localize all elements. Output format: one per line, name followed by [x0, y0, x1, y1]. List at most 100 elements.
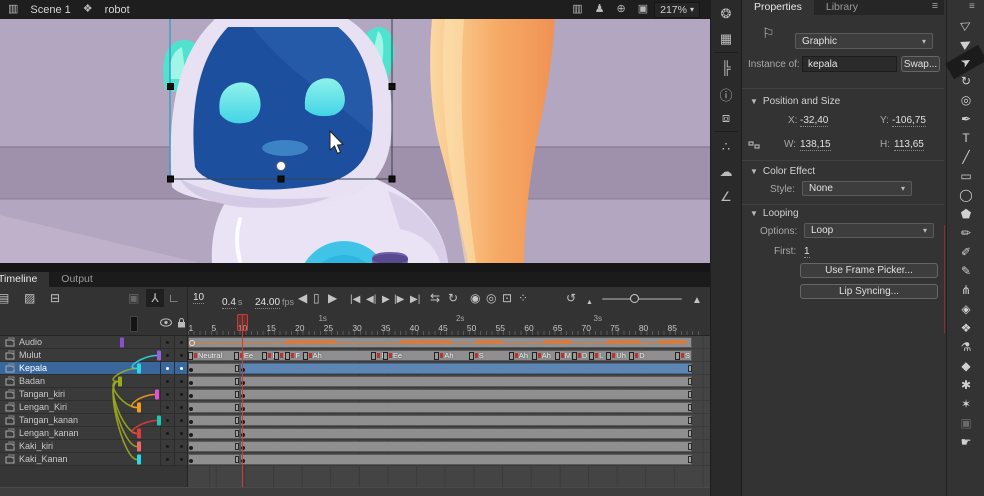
layer-lock-dot[interactable]: [180, 445, 183, 448]
layer-row-mulut[interactable]: Mulut: [0, 349, 187, 362]
reset-timeline-zoom-button[interactable]: ↺: [566, 291, 576, 305]
stage-zoom-select[interactable]: 217% ▾: [654, 2, 700, 18]
play-button[interactable]: ▶: [382, 293, 390, 307]
layer-row-lengan_kiri[interactable]: Lengan_Kiri: [0, 401, 187, 414]
lip-sync-label[interactable]: D: [629, 350, 644, 361]
first-frame-button[interactable]: |◀: [350, 293, 360, 307]
frames-row-lengan_kiri[interactable]: [188, 401, 710, 414]
cc-libraries-icon[interactable]: ☁: [711, 164, 741, 180]
layer-lock-dot[interactable]: [180, 367, 183, 370]
lip-sync-label[interactable]: D: [572, 350, 587, 361]
handle-mid-right[interactable]: [389, 84, 395, 90]
x-value[interactable]: -32,40: [800, 115, 828, 127]
frames-row-tangan_kiri[interactable]: [188, 388, 710, 401]
gradient-transform-tool[interactable]: ↻: [947, 72, 984, 90]
onion-skin-button[interactable]: ◉: [470, 291, 480, 305]
timeline-zoom-in-icon[interactable]: ▲: [692, 294, 702, 308]
rectangle-tool[interactable]: ▭: [947, 167, 984, 185]
color-panel-icon[interactable]: ❂: [711, 6, 741, 22]
playhead-marker[interactable]: [237, 314, 248, 331]
paint-brush-tool[interactable]: ✎: [947, 262, 984, 280]
looping-options-select[interactable]: Loop▾: [804, 223, 934, 238]
frame-span[interactable]: [188, 402, 240, 413]
graph-editor-toggle[interactable]: ∟: [168, 291, 180, 305]
looping-section-header[interactable]: ▼Looping: [750, 208, 799, 219]
prev-frame-button[interactable]: ◀|: [366, 293, 376, 307]
layer-row-tangan_kiri[interactable]: Tangan_kiri: [0, 388, 187, 401]
frame-span[interactable]: [188, 454, 240, 465]
breadcrumb-symbol[interactable]: robot: [105, 4, 130, 16]
layer-lock-dot[interactable]: [180, 458, 183, 461]
modify-markers-button[interactable]: ⁘: [518, 291, 528, 305]
layer-lock-dot[interactable]: [180, 406, 183, 409]
panel-menu-icon[interactable]: ≡: [932, 0, 938, 15]
keyframe-dot[interactable]: [189, 459, 193, 463]
info-panel-icon[interactable]: ⓘ: [711, 85, 741, 104]
clip-content-icon[interactable]: ▣: [638, 4, 648, 15]
new-folder-button[interactable]: ▨: [24, 291, 35, 305]
text-tool[interactable]: T: [947, 129, 984, 147]
keyframe-dot[interactable]: [189, 381, 193, 385]
layer-visibility-dot[interactable]: [166, 458, 169, 461]
lip-sync-label[interactable]: F: [285, 350, 300, 361]
frame-span[interactable]: [240, 402, 693, 413]
step-back-button[interactable]: ◀: [298, 291, 307, 305]
frames-row-kepala[interactable]: [188, 362, 710, 375]
frame-span[interactable]: [188, 415, 240, 426]
asset-warp-tool[interactable]: ✱: [947, 376, 984, 394]
playhead-marker-icon[interactable]: ▯: [313, 291, 320, 305]
layer-lock-dot[interactable]: [180, 393, 183, 396]
layer-visibility-dot[interactable]: [166, 393, 169, 396]
transform-panel-icon[interactable]: ⧈: [711, 110, 741, 126]
keyframe-dot[interactable]: [189, 394, 193, 398]
frames-row-tangan_kanan[interactable]: [188, 414, 710, 427]
motion-editor-icon[interactable]: ∠: [711, 189, 741, 205]
stage-canvas[interactable]: [0, 19, 710, 263]
layer-row-kaki_kiri[interactable]: Kaki_kiri: [0, 440, 187, 453]
frame-span[interactable]: [240, 441, 693, 452]
polystar-tool[interactable]: ⬟: [947, 205, 984, 223]
brush-library-icon[interactable]: ∴: [711, 139, 741, 155]
ink-bottle-tool[interactable]: ❖: [947, 319, 984, 337]
w-value[interactable]: 138,15: [800, 139, 831, 151]
last-frame-button[interactable]: ▶|: [410, 293, 420, 307]
keyframe-dot[interactable]: [189, 433, 193, 437]
layer-row-tangan_kanan[interactable]: Tangan_kanan: [0, 414, 187, 427]
symbol-type-select[interactable]: Graphic▾: [795, 33, 933, 49]
y-value[interactable]: -106,75: [892, 115, 926, 127]
handle-bottom-left[interactable]: [168, 176, 174, 182]
frame-span[interactable]: [188, 376, 240, 387]
layer-visibility-dot[interactable]: [166, 445, 169, 448]
handle-bottom-center[interactable]: [278, 176, 284, 182]
next-frame-button[interactable]: |▶: [394, 293, 404, 307]
frame-span[interactable]: [188, 363, 240, 374]
layer-lock-dot[interactable]: [180, 432, 183, 435]
lip-sync-label[interactable]: Ah: [434, 350, 453, 361]
keyframe-dot[interactable]: [189, 446, 193, 450]
eyedropper-tool[interactable]: ⚗: [947, 338, 984, 356]
align-panel-icon[interactable]: ╠: [711, 60, 741, 75]
fps-readout[interactable]: 24.00: [255, 297, 280, 309]
lip-sync-label[interactable]: Ah: [532, 350, 551, 361]
tab-output[interactable]: Output: [49, 272, 105, 287]
link-width-height-icon[interactable]: [747, 139, 761, 151]
lip-sync-label[interactable]: Uh: [606, 350, 626, 361]
pencil-tool[interactable]: ✏: [947, 224, 984, 242]
timeline-zoom-knob[interactable]: [630, 294, 639, 303]
keyframe-dot[interactable]: [189, 420, 193, 424]
frames-row-badan[interactable]: [188, 375, 710, 388]
breadcrumb-scene[interactable]: Scene 1: [30, 4, 70, 16]
frame-span[interactable]: [240, 454, 693, 465]
layer-row-lengan_kanan[interactable]: Lengan_kanan: [0, 427, 187, 440]
center-stage-icon[interactable]: ⊕: [617, 4, 626, 15]
tab-library[interactable]: Library: [814, 0, 870, 15]
edit-multiple-frames-button[interactable]: ⊡: [502, 291, 512, 305]
step-forward-button[interactable]: ▶: [328, 291, 337, 305]
camera-toggle[interactable]: ▣: [128, 291, 139, 305]
hand-tool[interactable]: ☛: [947, 433, 984, 451]
onion-outline-button[interactable]: ◎: [486, 291, 496, 305]
layer-lock-dot[interactable]: [180, 354, 183, 357]
layer-visibility-dot[interactable]: [166, 341, 169, 344]
frames-row-mulut[interactable]: NeutralEeDEFAhDEeAhSAhAhMDLUhDS: [188, 349, 710, 362]
parenting-view-toggle[interactable]: ⅄: [146, 289, 164, 307]
